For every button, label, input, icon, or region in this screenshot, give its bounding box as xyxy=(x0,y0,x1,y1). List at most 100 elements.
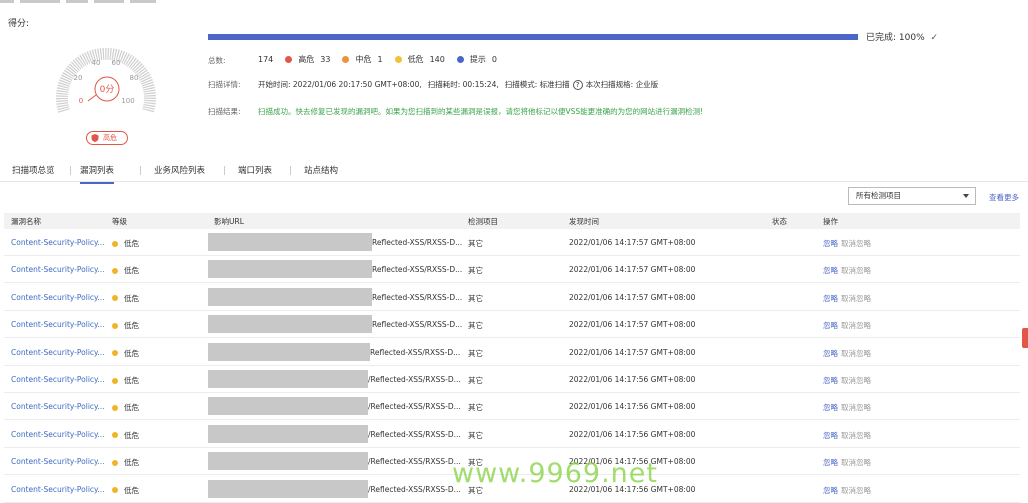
vulnerability-name-link[interactable]: Content-Security-Policy... xyxy=(11,457,105,466)
redacted-url-block xyxy=(208,233,372,251)
table-row: Content-Security-Policy... 低危 Reflected-XS… xyxy=(4,229,1020,256)
tab-scan-overview[interactable]: 扫描项总览 xyxy=(12,164,55,182)
result-label: 扫描结果: xyxy=(208,107,241,116)
check-item-select-value: 所有检测项目 xyxy=(856,191,901,200)
score-gauge: 0 20 40 60 80 100 0分 xyxy=(56,47,156,113)
redacted-url-block xyxy=(208,424,368,443)
tab-port-list[interactable]: 端口列表 xyxy=(238,164,272,182)
table-row: Content-Security-Policy... 低危 Reflected-XS… xyxy=(4,284,1020,311)
unignore-button[interactable]: 取消忽略 xyxy=(841,430,871,441)
stat-medium: 中危 1 xyxy=(342,54,383,65)
vulnerability-name-link[interactable]: Content-Security-Policy... xyxy=(11,293,105,302)
progress-label-text: 已完成: xyxy=(866,33,897,43)
vulnerability-name-link[interactable]: Content-Security-Policy... xyxy=(11,430,105,439)
unignore-button[interactable]: 取消忽略 xyxy=(841,348,871,359)
found-time-cell: 2022/01/06 14:17:57 GMT+08:00 xyxy=(569,320,696,330)
vulnerability-name-link[interactable]: Content-Security-Policy... xyxy=(11,402,105,411)
vulnerability-name-link[interactable]: Content-Security-Policy... xyxy=(11,348,105,357)
progress-value: 100% xyxy=(898,33,925,43)
ignore-button[interactable]: 忽略 xyxy=(823,457,838,468)
url-text: /Reflected-XSS/RXSS-D... xyxy=(368,457,461,467)
low-level-icon xyxy=(112,295,118,302)
progress-bar-fill xyxy=(208,34,858,40)
stat-high-value: 33 xyxy=(320,55,331,64)
vulnerability-name-link[interactable]: Content-Security-Policy... xyxy=(11,265,105,274)
column-header-level: 等级 xyxy=(112,217,127,226)
ignore-button[interactable]: 忽略 xyxy=(823,402,838,413)
stat-low: 低危 140 xyxy=(394,54,445,65)
level-label: 低危 xyxy=(124,403,139,413)
gauge-score-text: 0分 xyxy=(100,84,115,95)
progress-label: 已完成: 100% ✓ xyxy=(866,30,938,43)
detail-mode: 扫描模式: 标准扫描 xyxy=(504,80,570,89)
url-text: Reflected-XSS/RXSS-D... xyxy=(372,292,463,302)
unignore-button[interactable]: 取消忽略 xyxy=(841,375,871,386)
ignore-button[interactable]: 忽略 xyxy=(823,485,838,496)
level-cell: 低危 xyxy=(112,265,139,276)
column-header-action: 操作 xyxy=(823,217,838,226)
medium-dot-icon xyxy=(342,56,350,63)
table-row: Content-Security-Policy... 低危 Reflected-XS… xyxy=(4,339,1020,366)
unignore-button[interactable]: 取消忽略 xyxy=(841,293,871,304)
ignore-button[interactable]: 忽略 xyxy=(823,320,838,331)
score-label: 得分: xyxy=(8,19,30,29)
unignore-button[interactable]: 取消忽略 xyxy=(841,457,871,468)
ignore-button[interactable]: 忽略 xyxy=(823,265,838,276)
scan-detail: 开始时间: 2022/01/06 20:17:50 GMT+08:00, 扫描耗… xyxy=(258,79,658,90)
tab-site-structure[interactable]: 站点结构 xyxy=(304,164,338,182)
vulnerability-name-link[interactable]: Content-Security-Policy... xyxy=(11,485,105,494)
check-item-cell: 其它 xyxy=(468,403,483,413)
gauge-needle xyxy=(87,94,97,102)
ignore-button[interactable]: 忽略 xyxy=(823,430,838,441)
tab-business-risk-list[interactable]: 业务风险列表 xyxy=(154,164,205,182)
low-level-icon xyxy=(112,322,118,329)
level-cell: 低危 xyxy=(112,457,139,468)
table-row: Content-Security-Policy... 低危 Reflected-XS… xyxy=(4,256,1020,284)
url-text: /Reflected-XSS/RXSS-D... xyxy=(368,484,461,494)
side-feedback-tab[interactable] xyxy=(1022,328,1028,348)
gauge-tick-0: 0 xyxy=(79,97,83,105)
ignore-button[interactable]: 忽略 xyxy=(823,238,838,249)
detail-spec: 本次扫描规格: 企业版 xyxy=(585,80,659,89)
redacted-url-block xyxy=(208,287,372,306)
level-label: 低危 xyxy=(124,266,139,276)
redacted-url-block xyxy=(208,452,368,471)
found-time-cell: 2022/01/06 14:17:56 GMT+08:00 xyxy=(569,402,696,412)
check-item-cell: 其它 xyxy=(468,266,483,276)
redacted-url-block xyxy=(208,260,372,279)
view-more-link[interactable]: 查看更多 xyxy=(989,192,1019,203)
vulnerability-name-link[interactable]: Content-Security-Policy... xyxy=(11,375,105,384)
ignore-button[interactable]: 忽略 xyxy=(823,375,838,386)
level-cell: 低危 xyxy=(112,293,139,304)
check-item-cell: 其它 xyxy=(468,348,483,358)
help-icon[interactable]: ? xyxy=(572,79,583,90)
gauge-tick-60: 60 xyxy=(112,59,121,67)
tab-vulnerability-list[interactable]: 漏洞列表 xyxy=(80,164,115,184)
vulnerability-name-link[interactable]: Content-Security-Policy... xyxy=(11,320,105,329)
totals-value: 174 xyxy=(258,55,274,64)
severity-stats: 174 高危 33 中危 1 低危 140 提示 0 xyxy=(258,54,509,65)
level-cell: 低危 xyxy=(112,348,139,359)
unignore-button[interactable]: 取消忽略 xyxy=(841,485,871,496)
url-text: Reflected-XSS/RXSS-D... xyxy=(372,320,463,330)
ignore-button[interactable]: 忽略 xyxy=(823,348,838,359)
gauge-tick-80: 80 xyxy=(130,74,139,82)
detail-label: 扫描详情: xyxy=(208,80,241,89)
unignore-button[interactable]: 取消忽略 xyxy=(841,238,871,249)
ignore-button[interactable]: 忽略 xyxy=(823,293,838,304)
detail-duration: 扫描耗时: 00:15:24, xyxy=(427,80,499,89)
vulnerability-name-link[interactable]: Content-Security-Policy... xyxy=(11,238,105,247)
stat-low-label: 低危 xyxy=(407,55,424,64)
unignore-button[interactable]: 取消忽略 xyxy=(841,265,871,276)
detail-start-time: 开始时间: 2022/01/06 20:17:50 GMT+08:00, xyxy=(258,80,422,89)
unignore-button[interactable]: 取消忽略 xyxy=(841,320,871,331)
tab-bar: 扫描项总览 漏洞列表 业务风险列表 端口列表 站点结构 xyxy=(0,160,1028,184)
level-label: 低危 xyxy=(124,239,139,248)
level-cell: 低危 xyxy=(112,320,139,331)
found-time-cell: 2022/01/06 14:17:56 GMT+08:00 xyxy=(569,375,696,384)
level-label: 低危 xyxy=(124,348,139,358)
unignore-button[interactable]: 取消忽略 xyxy=(841,402,871,413)
low-dot-icon xyxy=(394,56,402,63)
check-icon: ✓ xyxy=(930,33,939,43)
check-item-select[interactable]: 所有检测项目 xyxy=(848,187,976,205)
